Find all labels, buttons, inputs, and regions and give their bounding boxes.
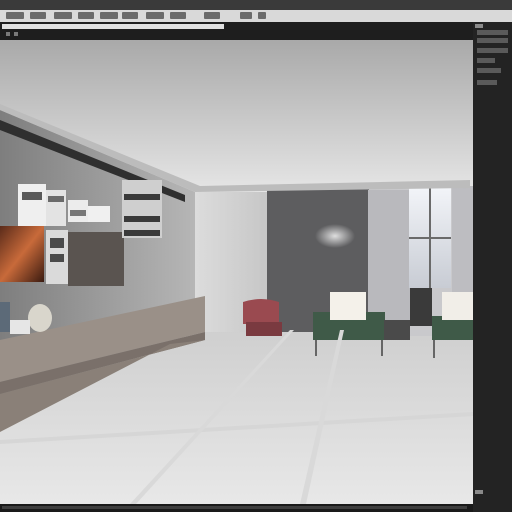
panel-glyph-icon[interactable] <box>477 68 501 73</box>
menu-item[interactable] <box>100 12 118 19</box>
panel-glyph-icon[interactable] <box>477 80 497 85</box>
menu-item[interactable] <box>78 12 94 19</box>
menu-item[interactable] <box>258 12 266 19</box>
menu-item[interactable] <box>170 12 186 19</box>
room-render-image <box>0 40 473 504</box>
options-tool-icon[interactable] <box>14 32 18 36</box>
window-title-bar <box>0 0 512 10</box>
panel-tab-icon[interactable] <box>475 490 483 494</box>
menu-bar <box>0 10 512 22</box>
panel-glyph-icon[interactable] <box>477 38 508 43</box>
document-canvas[interactable] <box>0 40 473 504</box>
options-field[interactable] <box>2 24 224 29</box>
scrollbar-thumb[interactable] <box>2 506 467 509</box>
menu-item[interactable] <box>122 12 138 19</box>
menu-item[interactable] <box>30 12 46 19</box>
panel-glyph-icon[interactable] <box>477 58 495 63</box>
menu-item[interactable] <box>240 12 252 19</box>
menu-item[interactable] <box>146 12 164 19</box>
panel-glyph-icon[interactable] <box>477 30 508 35</box>
horizontal-scrollbar[interactable] <box>0 504 473 512</box>
options-bar <box>0 22 512 40</box>
right-panel <box>473 22 512 512</box>
menu-item[interactable] <box>54 12 72 19</box>
menu-item[interactable] <box>6 12 24 19</box>
panel-glyph-icon[interactable] <box>477 48 508 53</box>
options-tool-icon[interactable] <box>6 32 10 36</box>
panel-tab-icon[interactable] <box>475 24 483 28</box>
menu-item[interactable] <box>204 12 220 19</box>
